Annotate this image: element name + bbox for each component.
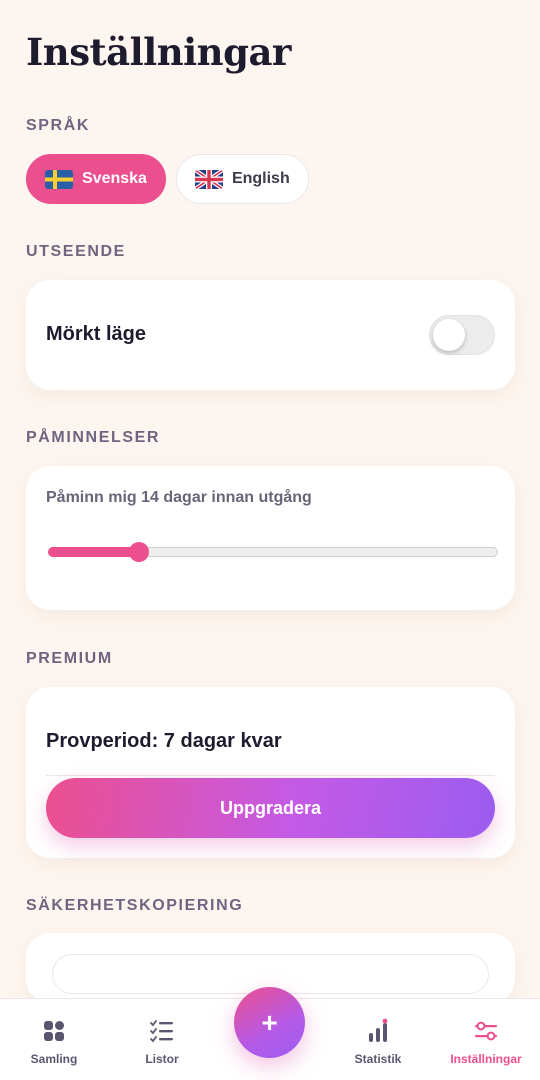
appearance-card: Mörkt läge: [26, 280, 515, 390]
reminder-text: Påminn mig 14 dagar innan utgång: [46, 489, 312, 506]
trial-status-text: Provperiod: 7 dagar kvar: [46, 730, 282, 752]
section-label-appearance: UTSEENDE: [26, 243, 126, 260]
checklist-icon: [150, 1020, 173, 1043]
reminders-card: Påminn mig 14 dagar innan utgång: [26, 466, 515, 610]
language-selector: Svenska English: [26, 154, 309, 204]
nav-label: Samling: [30, 1052, 78, 1066]
reminder-slider[interactable]: [48, 542, 498, 562]
language-option-english[interactable]: English: [175, 154, 309, 204]
nav-label: Statistik: [354, 1052, 402, 1066]
toggle-knob: [433, 319, 465, 351]
section-label-language: SPRÅK: [26, 117, 91, 134]
language-option-label: Svenska: [82, 170, 147, 187]
nav-label: Inställningar: [450, 1052, 522, 1066]
section-label-reminders: PÅMINNELSER: [26, 429, 161, 446]
premium-card: Provperiod: 7 dagar kvar Uppgradera: [26, 687, 515, 858]
language-option-svenska[interactable]: Svenska: [26, 154, 166, 204]
sweden-flag-icon: [45, 169, 73, 189]
sliders-icon: [475, 1021, 497, 1041]
dark-mode-label: Mörkt läge: [46, 323, 147, 345]
section-label-premium: PREMIUM: [26, 650, 113, 667]
dark-mode-toggle[interactable]: [429, 315, 495, 355]
bar-chart-icon: [369, 1018, 388, 1042]
divider: [46, 775, 495, 776]
slider-fill: [48, 547, 140, 557]
nav-item-installningar[interactable]: Inställningar: [432, 999, 540, 1080]
nav-item-listor[interactable]: Listor: [108, 999, 216, 1080]
upgrade-button[interactable]: Uppgradera: [46, 778, 495, 838]
nav-item-statistik[interactable]: Statistik: [324, 999, 432, 1080]
nav-item-samling[interactable]: Samling: [0, 999, 108, 1080]
slider-thumb[interactable]: [128, 542, 149, 562]
language-option-label: English: [231, 170, 290, 187]
nav-label: Listor: [145, 1052, 179, 1066]
page-title: Inställningar: [26, 30, 291, 74]
section-label-backup: SÄKERHETSKOPIERING: [26, 897, 244, 914]
add-button[interactable]: +: [234, 987, 305, 1058]
grid-icon: [44, 1021, 64, 1041]
uk-flag-icon: [194, 169, 223, 189]
